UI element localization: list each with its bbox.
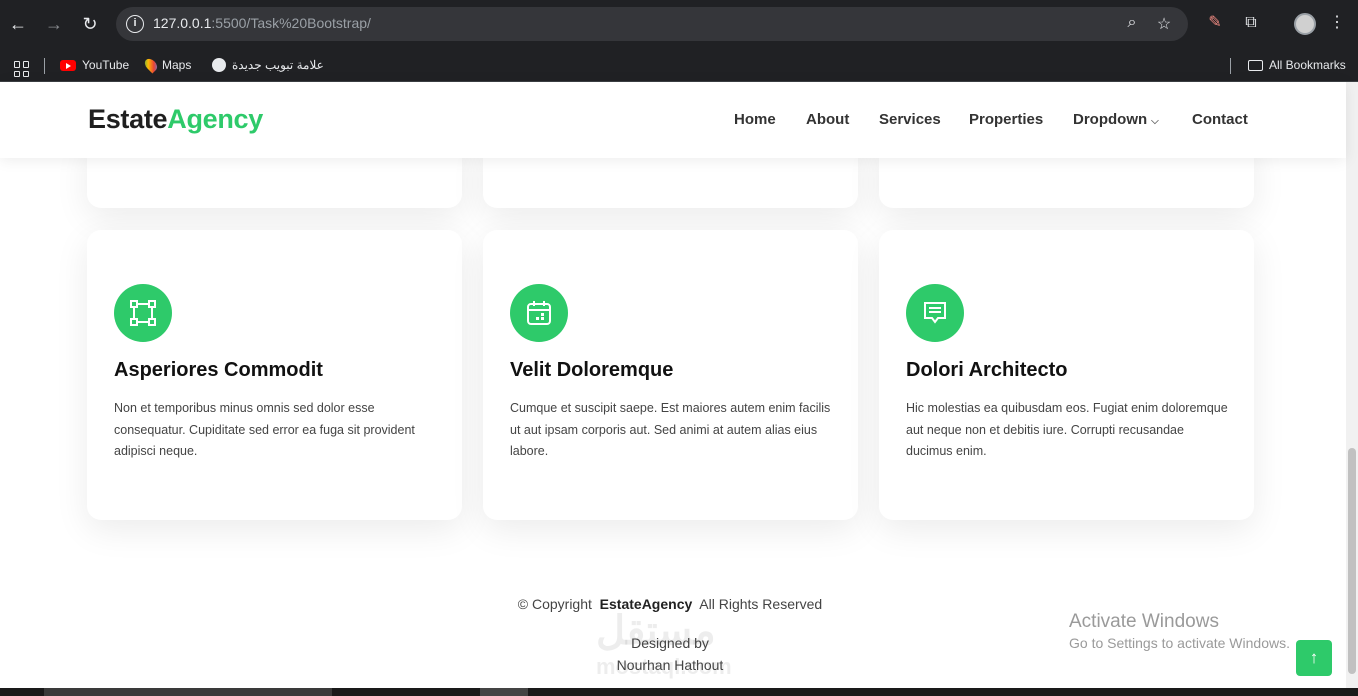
nav-dropdown[interactable]: Dropdown ⌵ — [1073, 111, 1159, 128]
zoom-icon[interactable]: ⌕ — [1122, 14, 1142, 32]
bounding-box-icon — [114, 284, 172, 342]
menu-icon[interactable]: ⋮ — [1326, 12, 1348, 34]
bookmark-separator — [1230, 58, 1231, 74]
reload-icon[interactable]: ↻ — [78, 12, 102, 36]
all-bookmarks[interactable]: All Bookmarks — [1248, 54, 1346, 76]
star-icon[interactable]: ☆ — [1154, 14, 1174, 34]
service-card: Dolori Architecto Hic molestias ea quibu… — [879, 230, 1254, 520]
footer-copyright: © Copyright EstateAgency All Rights Rese… — [0, 596, 1340, 612]
chevron-down-icon: ⌵ — [1151, 116, 1159, 127]
service-card: Asperiores Commodit Non et temporibus mi… — [87, 230, 462, 520]
activate-subtitle: Go to Settings to activate Windows. — [1069, 635, 1290, 651]
bookmarks-bar: YouTube Maps علامة تبويب جديدة All Bookm… — [0, 48, 1358, 82]
scrollbar-thumb[interactable] — [1348, 448, 1356, 674]
service-text: Cumque et suscipit saepe. Est maiores au… — [510, 401, 831, 458]
page-scrollbar[interactable] — [1346, 82, 1358, 688]
copyright-prefix: © Copyright — [517, 596, 592, 612]
copyright-brand: EstateAgency — [599, 596, 693, 612]
services-section: Asperiores Commodit Non et temporibus mi… — [0, 138, 1346, 688]
bookmark-label: Maps — [162, 58, 192, 72]
apps-grid-icon[interactable] — [14, 61, 30, 77]
activate-windows-overlay: Activate Windows Go to Settings to activ… — [1069, 611, 1290, 651]
service-text: Non et temporibus minus omnis sed dolor … — [114, 401, 415, 458]
back-icon[interactable]: ← — [6, 12, 30, 36]
nav-dropdown-label: Dropdown — [1073, 111, 1148, 128]
service-text: Hic molestias ea quibusdam eos. Fugiat e… — [906, 401, 1228, 458]
site-logo[interactable]: EstateAgency — [88, 104, 263, 135]
designer-name[interactable]: Nourhan Hathout — [0, 654, 1340, 676]
copyright-suffix: All Rights Reserved — [699, 596, 823, 612]
bookmark-separator — [44, 58, 45, 74]
site-header: EstateAgency Home About Services Propert… — [0, 82, 1346, 158]
service-title: Velit Doloremque — [510, 359, 674, 381]
taskbar — [0, 688, 1358, 696]
nav-about[interactable]: About — [806, 111, 849, 128]
activate-title: Activate Windows — [1069, 611, 1219, 632]
back-to-top-button[interactable]: ↑ — [1296, 640, 1332, 676]
folder-icon — [1248, 59, 1263, 71]
arrow-up-icon: ↑ — [1309, 648, 1319, 667]
extensions-icon[interactable]: ⧉ — [1240, 12, 1262, 34]
forward-icon[interactable]: → — [42, 12, 66, 36]
nav-home[interactable]: Home — [734, 111, 776, 128]
all-bookmarks-label: All Bookmarks — [1269, 58, 1346, 72]
pen-extension-icon[interactable]: ✎ — [1204, 12, 1226, 34]
bookmark-youtube[interactable]: YouTube — [60, 54, 129, 76]
profile-avatar[interactable] — [1294, 13, 1316, 35]
chat-icon — [906, 284, 964, 342]
maps-icon — [142, 56, 160, 74]
nav-services[interactable]: Services — [879, 111, 941, 128]
nav-properties[interactable]: Properties — [969, 111, 1043, 128]
service-title: Dolori Architecto — [906, 359, 1068, 381]
service-title: Asperiores Commodit — [114, 359, 323, 381]
service-card: Velit Doloremque Cumque et suscipit saep… — [483, 230, 858, 520]
bookmark-label: علامة تبويب جديدة — [232, 58, 324, 72]
taskbar-item[interactable] — [480, 688, 528, 696]
bookmark-maps[interactable]: Maps — [142, 54, 192, 76]
taskbar-item[interactable] — [44, 688, 332, 696]
address-bar[interactable]: i 127.0.0.1:5500/Task%20Bootstrap/ ⌕ ☆ — [116, 7, 1188, 41]
nav-contact[interactable]: Contact — [1192, 111, 1248, 128]
bookmark-label: YouTube — [82, 58, 130, 72]
site-info-icon[interactable]: i — [126, 15, 144, 33]
browser-toolbar: ← → ↻ i 127.0.0.1:5500/Task%20Bootstrap/… — [0, 0, 1358, 48]
youtube-icon — [60, 59, 76, 71]
calendar-icon — [510, 284, 568, 342]
bookmark-new-tab[interactable]: علامة تبويب جديدة — [212, 54, 324, 76]
globe-icon — [212, 58, 226, 72]
url-text[interactable]: 127.0.0.1:5500/Task%20Bootstrap/ — [153, 15, 371, 31]
